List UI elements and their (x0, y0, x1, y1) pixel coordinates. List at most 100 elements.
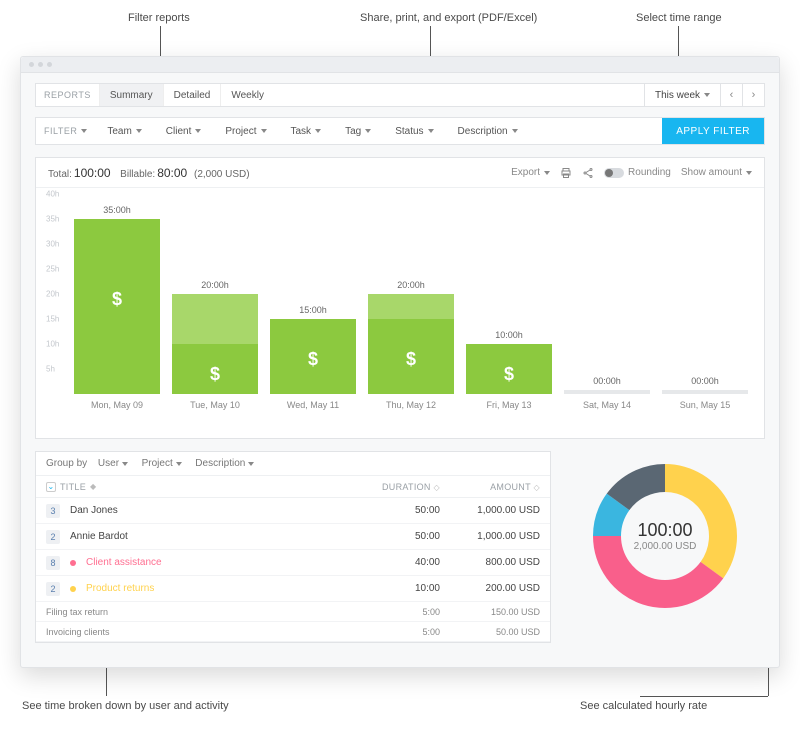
filter-team[interactable]: Team (95, 118, 153, 144)
prev-range-button[interactable]: ‹ (720, 84, 742, 106)
filter-description[interactable]: Description (446, 118, 530, 144)
filter-status[interactable]: Status (383, 118, 445, 144)
filter-bar: FILTER Team Client Project Task Tag Stat… (35, 117, 765, 145)
row-title: Invoicing clients (46, 627, 360, 637)
chevron-down-icon (248, 462, 254, 466)
chevron-down-icon (122, 462, 128, 466)
totals: Total:100:00 Billable:80:00 (2,000 USD) (48, 166, 250, 180)
y-tick: 15h (46, 315, 59, 324)
chevron-down-icon (544, 171, 550, 175)
next-range-button[interactable]: › (742, 84, 764, 106)
rounding-toggle[interactable]: Rounding (604, 167, 671, 178)
chevron-down-icon (746, 171, 752, 175)
annot-filter: Filter reports (128, 12, 190, 24)
sort-icon: ◇ (534, 483, 540, 492)
annot-line (640, 696, 768, 697)
dollar-icon: $ (210, 364, 220, 385)
bar-value-label: 20:00h (397, 280, 425, 290)
dollar-icon: $ (112, 289, 122, 310)
chart-body: 40h35h30h25h20h15h10h5h$35:00h$20:00h$15… (36, 188, 764, 438)
bar-value-label: 20:00h (201, 280, 229, 290)
apply-filter-button[interactable]: APPLY FILTER (662, 118, 764, 144)
row-name: Filing tax return (46, 607, 108, 617)
bar-chart: 40h35h30h25h20h15h10h5h$35:00h$20:00h$15… (68, 194, 754, 394)
y-tick: 25h (46, 265, 59, 274)
x-tick: Sat, May 14 (558, 394, 656, 410)
filter-project[interactable]: Project (213, 118, 278, 144)
table-row[interactable]: 8Client assistance40:00800.00 USD (36, 550, 550, 576)
bar-value-label: 00:00h (593, 376, 621, 386)
x-tick: Mon, May 09 (68, 394, 166, 410)
bar-billable: $ (466, 344, 552, 394)
table-row[interactable]: 3Dan Jones50:001,000.00 USD (36, 498, 550, 524)
x-tick: Wed, May 11 (264, 394, 362, 410)
y-tick: 30h (46, 240, 59, 249)
reports-label: REPORTS (36, 84, 99, 106)
groupby-project[interactable]: Project (142, 458, 182, 469)
row-name: Product returns (86, 583, 154, 594)
dollar-icon: $ (504, 364, 514, 385)
count-badge: 2 (46, 582, 60, 596)
groupby-label: Group by (46, 458, 87, 469)
col-duration[interactable]: DURATION ◇ (360, 482, 440, 492)
table-row[interactable]: Invoicing clients 5:0050.00 USD (36, 622, 550, 642)
print-icon[interactable] (560, 167, 572, 179)
col-amount[interactable]: AMOUNT ◇ (440, 482, 540, 492)
expand-all-icon[interactable]: ⌄ (46, 482, 56, 492)
x-tick: Fri, May 13 (460, 394, 558, 410)
row-title: Filing tax return (46, 607, 360, 617)
row-amount: 50.00 USD (440, 627, 540, 637)
groupby-bar: Group by User Project Description (36, 452, 550, 476)
groupby-description[interactable]: Description (195, 458, 254, 469)
tab-detailed[interactable]: Detailed (163, 84, 221, 106)
row-amount: 200.00 USD (440, 583, 540, 594)
row-duration: 5:00 (360, 607, 440, 617)
bar-column: $15:00h (264, 194, 362, 394)
project-color-icon (70, 586, 76, 592)
annot-line (106, 666, 107, 696)
filter-client[interactable]: Client (154, 118, 214, 144)
table-row[interactable]: 2Product returns10:00200.00 USD (36, 576, 550, 602)
share-icon[interactable] (582, 167, 594, 179)
row-amount: 1,000.00 USD (440, 531, 540, 542)
row-title: 2 Product returns (46, 582, 360, 596)
bar-value-label: 00:00h (691, 376, 719, 386)
bar-column: 00:00h (558, 194, 656, 394)
export-menu[interactable]: Export (511, 167, 550, 178)
table-row[interactable]: Filing tax return5:00150.00 USD (36, 602, 550, 622)
row-title: 3Dan Jones (46, 504, 360, 518)
col-title[interactable]: ⌄ TITLE◆ (46, 482, 360, 492)
table-card: Group by User Project Description ⌄ TITL… (35, 451, 551, 643)
chevron-down-icon (428, 129, 434, 133)
time-range-select[interactable]: This week (644, 84, 720, 106)
traffic-light-icon (29, 62, 34, 67)
show-amount-menu[interactable]: Show amount (681, 167, 752, 178)
tab-summary[interactable]: Summary (99, 84, 163, 106)
x-axis-labels: Mon, May 09Tue, May 10Wed, May 11Thu, Ma… (68, 394, 754, 410)
row-title: 2Annie Bardot (46, 530, 360, 544)
y-tick: 20h (46, 290, 59, 299)
filter-task[interactable]: Task (279, 118, 334, 144)
dollar-icon: $ (308, 349, 318, 370)
table-columns: ⌄ TITLE◆ DURATION ◇ AMOUNT ◇ (36, 476, 550, 498)
filter-label: FILTER (36, 118, 95, 144)
table-row[interactable]: 2Annie Bardot50:001,000.00 USD (36, 524, 550, 550)
app-window: REPORTS Summary Detailed Weekly This wee… (20, 56, 780, 668)
y-tick: 10h (46, 340, 59, 349)
donut-amount: 2,000.00 USD (634, 541, 697, 552)
tab-weekly[interactable]: Weekly (220, 84, 274, 106)
bar-column: $20:00h (362, 194, 460, 394)
bar-column: $35:00h (68, 194, 166, 394)
traffic-light-icon (38, 62, 43, 67)
chevron-down-icon (176, 462, 182, 466)
bar-value-label: 15:00h (299, 305, 327, 315)
row-duration: 5:00 (360, 627, 440, 637)
bar-billable: $ (172, 344, 258, 394)
bar-value-label: 35:00h (103, 205, 131, 215)
sort-icon: ◆ (90, 482, 96, 491)
empty-bar (564, 390, 650, 394)
filter-tag[interactable]: Tag (333, 118, 383, 144)
chevron-down-icon (315, 129, 321, 133)
row-name: Invoicing clients (46, 627, 110, 637)
groupby-user[interactable]: User (98, 458, 128, 469)
